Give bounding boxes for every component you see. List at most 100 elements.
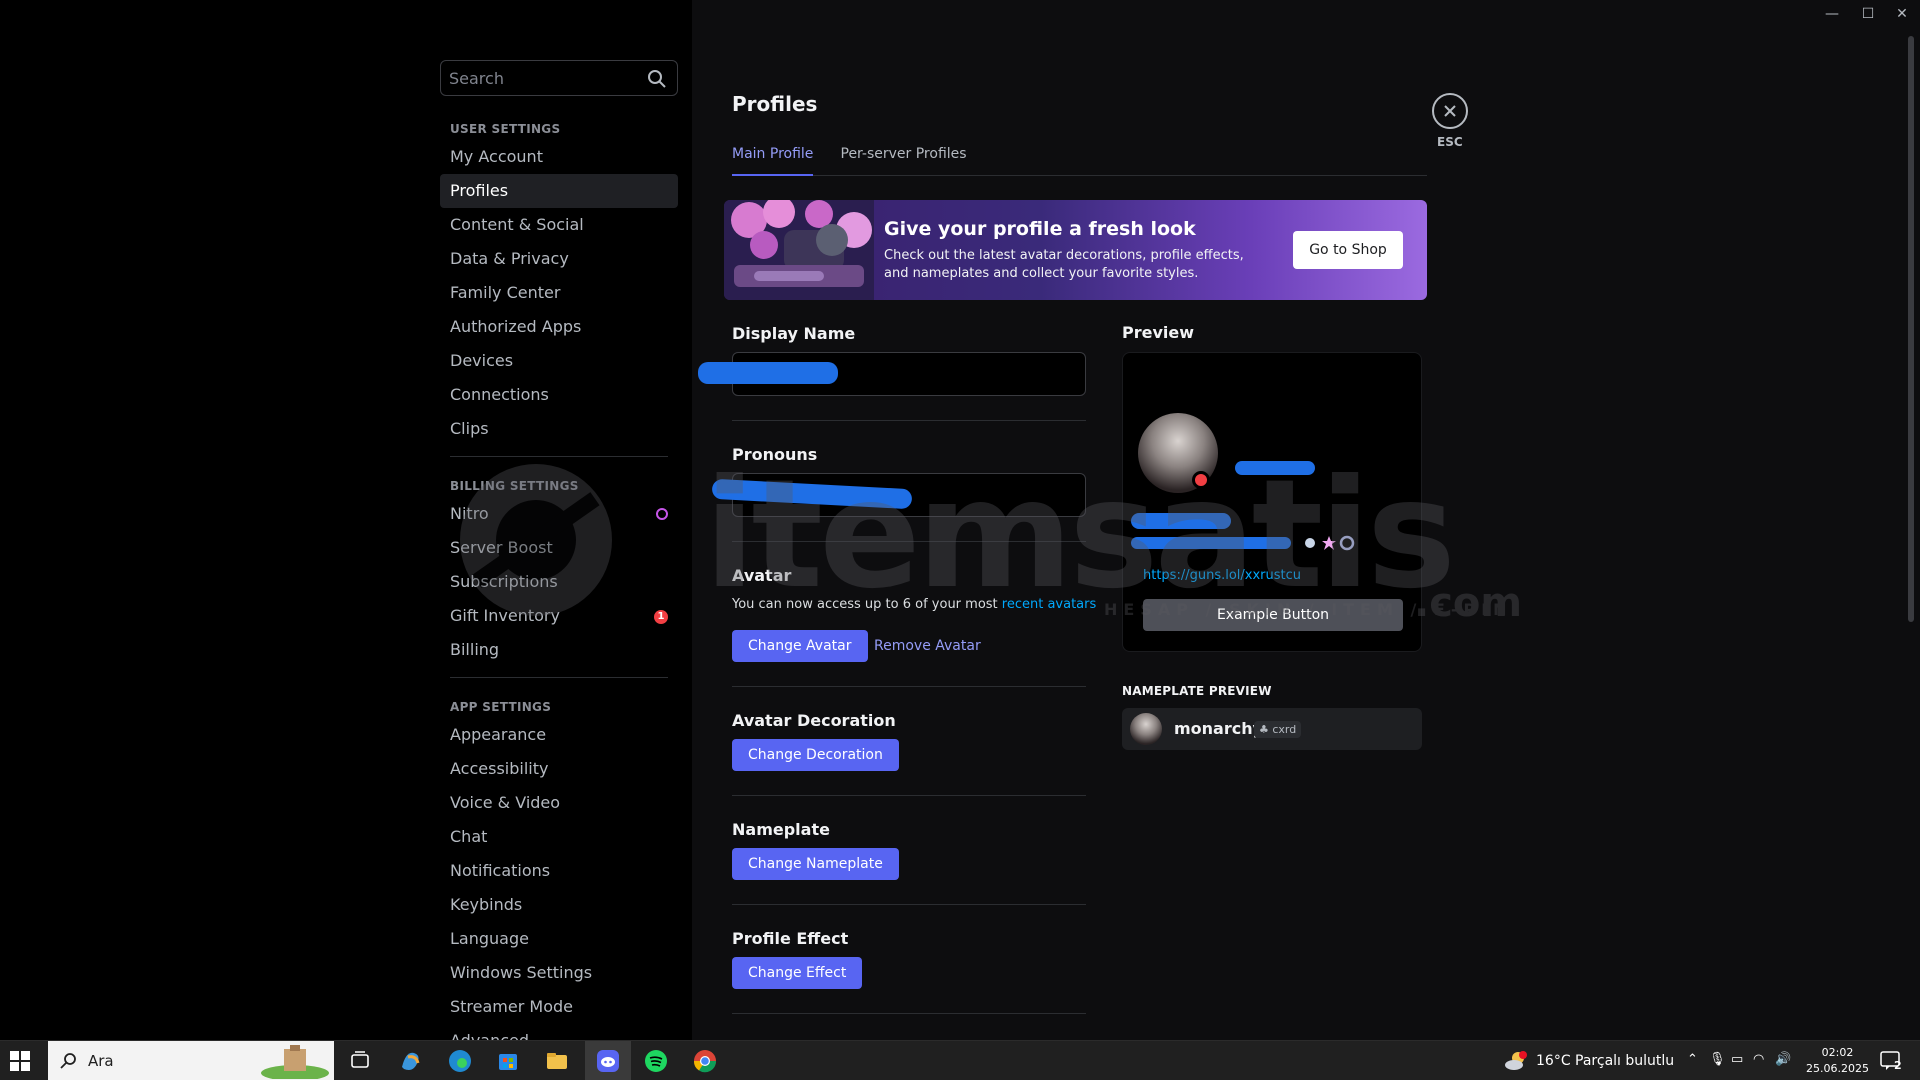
maximize-icon[interactable]: ☐: [1853, 6, 1883, 22]
nav-item-authorized-apps[interactable]: Authorized Apps: [440, 310, 678, 344]
file-explorer-icon[interactable]: [543, 1047, 571, 1075]
chevron-up-icon[interactable]: ⌃: [1687, 1052, 1698, 1067]
search-input[interactable]: [449, 61, 639, 95]
windows-taskbar: Ara 16°C Parçalı bulutlu ⌃ 🎙 ▭ ◠ 🔊 02:02…: [0, 1040, 1920, 1080]
avatar-label: Avatar: [732, 566, 792, 585]
server-tag-badge: ♣ cxrd: [1254, 721, 1302, 738]
shop-promo-banner: Give your profile a fresh look Check out…: [724, 200, 1427, 300]
banner-title: Give your profile a fresh look: [884, 218, 1196, 240]
notification-count: 2: [1894, 1059, 1902, 1072]
profile-badges-icon: [1305, 535, 1355, 551]
display-name-label: Display Name: [732, 324, 856, 343]
nav-divider: [450, 677, 668, 678]
nav-item-nitro[interactable]: Nitro: [440, 497, 678, 531]
close-icon: [1444, 105, 1456, 117]
redaction-scribble: [698, 362, 838, 384]
scrollbar[interactable]: [1908, 36, 1914, 622]
settings-nav: USER SETTINGS My Account Profiles Conten…: [440, 110, 678, 1058]
nameplate-label: Nameplate: [732, 820, 830, 839]
nav-divider: [450, 456, 668, 457]
task-view-icon[interactable]: [346, 1047, 374, 1075]
nav-item-keybinds[interactable]: Keybinds: [440, 888, 678, 922]
store-icon[interactable]: [494, 1047, 522, 1075]
nav-item-nitro-label: Nitro: [450, 504, 489, 523]
go-to-shop-button[interactable]: Go to Shop: [1293, 231, 1403, 269]
nav-item-my-account[interactable]: My Account: [440, 140, 678, 174]
taskbar-search[interactable]: Ara: [48, 1041, 334, 1080]
nav-header-user-settings: USER SETTINGS: [450, 122, 561, 136]
section-divider: [732, 541, 1086, 542]
recent-avatars-link[interactable]: recent avatars: [1002, 597, 1096, 612]
section-divider: [732, 904, 1086, 905]
settings-main: Profiles Main Profile Per-server Profile…: [692, 0, 1920, 1040]
change-decoration-button[interactable]: Change Decoration: [732, 739, 899, 771]
profile-preview-card: https://guns.lol/xxrustcu Example Button: [1122, 352, 1422, 652]
avatar: [1130, 713, 1162, 745]
nav-item-accessibility[interactable]: Accessibility: [440, 752, 678, 786]
nav-item-content-social[interactable]: Content & Social: [440, 208, 678, 242]
nav-item-chat[interactable]: Chat: [440, 820, 678, 854]
banner-text: Check out the latest avatar decorations,…: [884, 248, 1244, 281]
nav-item-profiles[interactable]: Profiles: [440, 174, 678, 208]
search-icon[interactable]: [647, 69, 667, 89]
close-settings-button[interactable]: [1432, 93, 1468, 129]
section-divider: [732, 1013, 1086, 1014]
change-nameplate-button[interactable]: Change Nameplate: [732, 848, 899, 880]
notification-badge: 1: [654, 610, 668, 624]
settings-sidebar: USER SETTINGS My Account Profiles Conten…: [0, 0, 692, 1050]
wifi-icon[interactable]: ◠: [1753, 1052, 1764, 1067]
nav-item-language[interactable]: Language: [440, 922, 678, 956]
nav-item-connections[interactable]: Connections: [440, 378, 678, 412]
nav-item-devices[interactable]: Devices: [440, 344, 678, 378]
profile-tabs: Main Profile Per-server Profiles: [732, 142, 1427, 176]
discord-icon[interactable]: [594, 1047, 622, 1075]
spotify-icon[interactable]: [642, 1047, 670, 1075]
nav-item-streamer-mode[interactable]: Streamer Mode: [440, 990, 678, 1024]
section-divider: [732, 686, 1086, 687]
avatar-help-text-body: You can now access up to 6 of your most: [732, 597, 1002, 612]
copilot-icon[interactable]: [396, 1047, 424, 1075]
nitro-icon: [656, 508, 668, 520]
windows-start-icon[interactable]: [10, 1051, 30, 1071]
edge-icon[interactable]: [446, 1047, 474, 1075]
nav-item-gift-inventory[interactable]: Gift Inventory 1: [440, 599, 678, 633]
microphone-icon[interactable]: 🎙: [1709, 1052, 1726, 1067]
nav-item-family-center[interactable]: Family Center: [440, 276, 678, 310]
nav-item-billing[interactable]: Billing: [440, 633, 678, 667]
minimize-icon[interactable]: —: [1817, 6, 1847, 22]
pronouns-label: Pronouns: [732, 445, 818, 464]
example-button[interactable]: Example Button: [1143, 599, 1403, 631]
nav-item-clips[interactable]: Clips: [440, 412, 678, 446]
volume-icon[interactable]: 🔊: [1775, 1052, 1791, 1067]
tab-main-profile[interactable]: Main Profile: [732, 142, 814, 176]
dnd-status-icon: [1192, 471, 1210, 489]
nav-item-subscriptions[interactable]: Subscriptions: [440, 565, 678, 599]
profile-link[interactable]: https://guns.lol/xxrustcu: [1143, 568, 1301, 583]
change-effect-button[interactable]: Change Effect: [732, 957, 863, 989]
section-divider: [732, 795, 1086, 796]
nav-item-appearance[interactable]: Appearance: [440, 718, 678, 752]
promo-art-image: [724, 200, 874, 300]
remove-avatar-button[interactable]: Remove Avatar: [874, 630, 981, 662]
close-window-icon[interactable]: ✕: [1887, 6, 1917, 22]
change-avatar-button[interactable]: Change Avatar: [732, 630, 868, 662]
search-highlight-image: [261, 1045, 329, 1079]
clock[interactable]: 02:02 25.06.2025: [1806, 1045, 1869, 1077]
chrome-icon[interactable]: [691, 1047, 719, 1075]
nav-item-voice-video[interactable]: Voice & Video: [440, 786, 678, 820]
search-box[interactable]: [440, 60, 678, 96]
nav-item-data-privacy[interactable]: Data & Privacy: [440, 242, 678, 276]
nameplate-username: monarchy: [1174, 719, 1264, 738]
battery-icon[interactable]: ▭: [1731, 1052, 1743, 1067]
weather-text[interactable]: 16°C Parçalı bulutlu: [1536, 1053, 1674, 1069]
weather-icon[interactable]: [1504, 1050, 1528, 1072]
nav-item-notifications[interactable]: Notifications: [440, 854, 678, 888]
taskbar-search-text: Ara: [88, 1052, 114, 1070]
clock-time: 02:02: [1821, 1046, 1854, 1059]
section-divider: [732, 420, 1086, 421]
nav-item-windows-settings[interactable]: Windows Settings: [440, 956, 678, 990]
tab-per-server-profiles[interactable]: Per-server Profiles: [841, 142, 967, 176]
esc-label: ESC: [1437, 135, 1463, 149]
nav-item-server-boost[interactable]: Server Boost: [440, 531, 678, 565]
notification-center-icon[interactable]: 2: [1878, 1049, 1904, 1073]
